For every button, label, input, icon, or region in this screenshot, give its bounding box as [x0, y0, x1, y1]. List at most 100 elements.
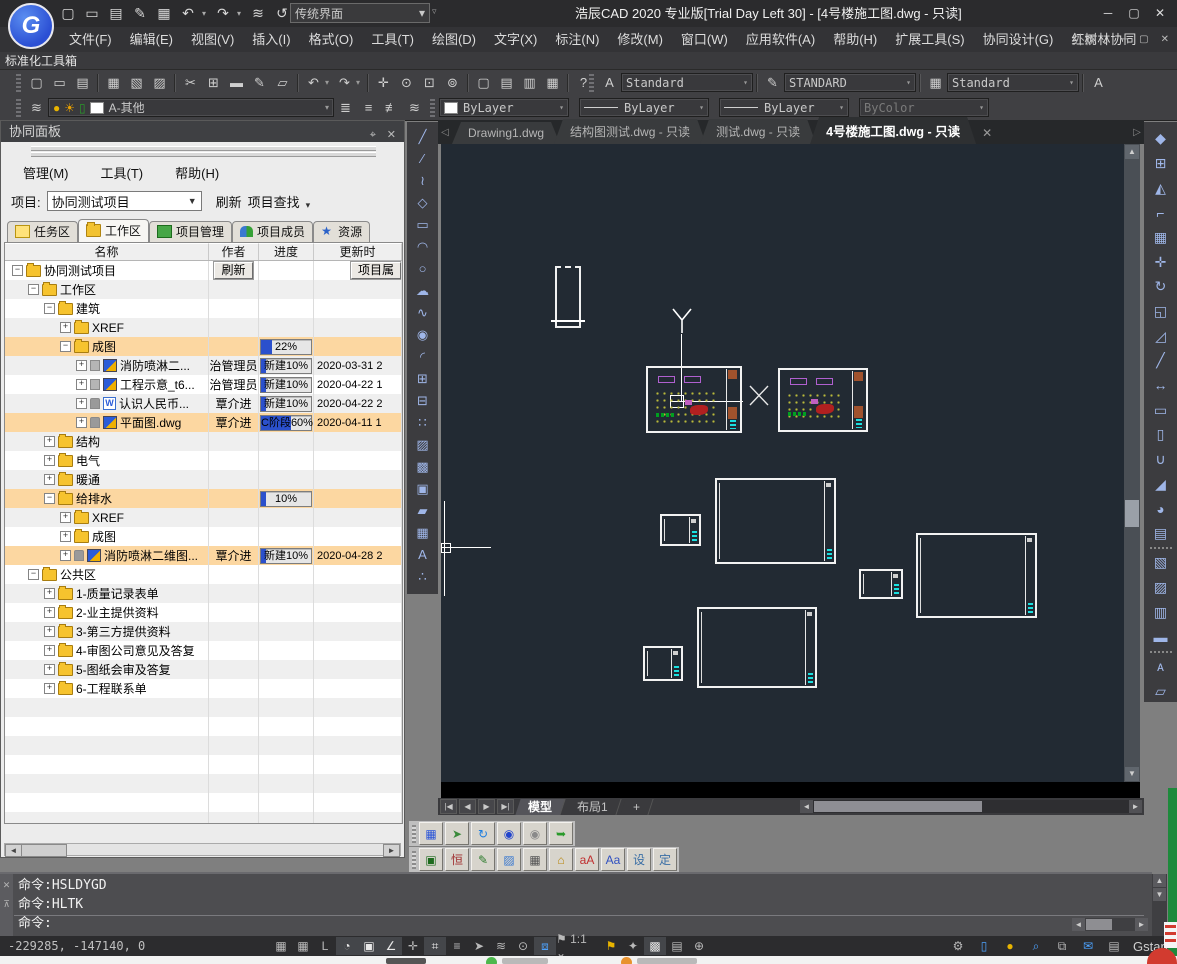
status-fullscreen[interactable]: ⧉ — [1051, 937, 1073, 955]
tab-scroll-right-icon[interactable]: ▷ — [1130, 122, 1144, 144]
tree-row[interactable]: +XREF — [5, 508, 402, 527]
panel-menu-工具T[interactable]: 工具(T) — [101, 163, 144, 182]
annotation-edit-icon[interactable]: ▱ — [1148, 680, 1174, 702]
scroll-left-arrow[interactable]: ◄ — [5, 844, 22, 857]
mdi-restore[interactable]: ▢ — [1139, 34, 1148, 45]
scroll-up-arrow[interactable]: ▲ — [1125, 145, 1139, 159]
qat-overflow-icon[interactable]: ▿ — [432, 6, 437, 17]
ht-find-home-icon[interactable]: ⌂ — [549, 848, 573, 871]
tree-row[interactable]: +消防喷淋二...治管理员新建10%2020-03-31 2 — [5, 356, 402, 375]
design-center-icon[interactable]: ▤ — [495, 72, 518, 93]
expander-icon[interactable]: + — [44, 455, 55, 466]
circle-icon[interactable]: ○ — [411, 258, 435, 279]
extend-icon[interactable]: ↔ — [1148, 375, 1174, 397]
panel-menu-帮助H[interactable]: 帮助(H) — [175, 163, 219, 182]
toolbar-grip[interactable] — [430, 99, 435, 117]
mdi-close[interactable]: ✕ — [1161, 34, 1169, 45]
expander-icon[interactable]: − — [44, 303, 55, 314]
status-lineweight-toggle[interactable]: ≡ — [446, 937, 468, 955]
send-to-back-icon[interactable]: ▨ — [1148, 577, 1174, 599]
expander-icon[interactable]: + — [76, 360, 87, 371]
offset-icon[interactable]: ⌐ — [1148, 202, 1174, 224]
menu-协同设计G[interactable]: 协同设计(G) — [974, 27, 1063, 52]
send-under-icon[interactable]: ▬ — [1148, 626, 1174, 648]
move-icon[interactable]: ✛ — [1148, 251, 1174, 273]
layout-tab-模型[interactable]: 模型 — [515, 799, 565, 815]
tree-row[interactable]: −给排水10% — [5, 489, 402, 508]
text-style-icon[interactable]: A — [598, 72, 621, 93]
status-angle-snap-toggle[interactable]: ∠ — [380, 937, 402, 955]
zoom-window-icon[interactable]: ⊡ — [418, 72, 441, 93]
pin-icon[interactable]: ⌖ — [370, 125, 376, 146]
expander-icon[interactable]: + — [60, 322, 71, 333]
menu-工具T[interactable]: 工具(T) — [362, 27, 423, 52]
tree-row[interactable]: +消防喷淋二维图...覃介进新建10%2020-04-28 2 — [5, 546, 402, 565]
polygon-icon[interactable]: ◇ — [411, 192, 435, 213]
project-find-button[interactable]: 项目查找 — [248, 192, 300, 211]
arc-icon[interactable]: ◠ — [411, 236, 435, 257]
insert-block-icon[interactable]: ⊞ — [411, 368, 435, 389]
expander-icon[interactable]: + — [76, 417, 87, 428]
ht-image-icon[interactable]: ▨ — [497, 848, 521, 871]
cut-icon[interactable]: ✂ — [179, 72, 202, 93]
toolbox-icon[interactable]: ▥ — [518, 72, 541, 93]
mirror-icon[interactable]: ◭ — [1148, 177, 1174, 199]
chevron-down-icon[interactable]: ▾ — [325, 78, 333, 87]
expander-icon[interactable]: + — [44, 588, 55, 599]
ht-ding-icon[interactable]: 定 — [653, 848, 677, 871]
open-file-icon[interactable]: ▭ — [82, 5, 102, 22]
tree-row[interactable]: +6-工程联系单 — [5, 679, 402, 698]
undo-icon[interactable]: ↶ — [302, 72, 325, 93]
tree-row[interactable]: +工程示意_t6...治管理员新建10%2020-04-22 1 — [5, 375, 402, 394]
lineweight-combo[interactable]: ByLayer▾ — [719, 98, 849, 117]
layer-off-icon[interactable]: ≢ — [380, 97, 403, 118]
scroll-right-arrow[interactable]: ► — [1135, 918, 1148, 931]
tab-资源[interactable]: ★资源 — [313, 221, 370, 242]
tree-row[interactable]: +XREF — [5, 318, 402, 337]
print-icon[interactable]: ▦ — [102, 72, 125, 93]
text-style-combo[interactable]: Standard▾ — [621, 73, 753, 92]
bring-to-front-icon[interactable]: ▧ — [1148, 552, 1174, 574]
line-icon[interactable]: ╱ — [411, 126, 435, 147]
expander-icon[interactable]: + — [76, 398, 87, 409]
explode-icon[interactable]: ▤ — [1148, 523, 1174, 545]
save-icon[interactable]: ▤ — [71, 72, 94, 93]
layer-combo[interactable]: ●☀▯A-其他▾ — [48, 98, 334, 117]
tab-任务区[interactable]: 任务区 — [7, 221, 78, 242]
ht-export-icon[interactable]: ➥ — [549, 822, 573, 845]
status-pattern-toggle[interactable]: ▩ — [644, 937, 666, 955]
ht-A-to-a-icon[interactable]: Aa — [601, 848, 625, 871]
expander-icon[interactable]: − — [44, 493, 55, 504]
status-unlock[interactable]: ▯ — [973, 937, 995, 955]
break-at-point-icon[interactable]: ▭ — [1148, 399, 1174, 421]
status-grid-toggle[interactable]: ▦ — [292, 937, 314, 955]
menu-修改M[interactable]: 修改(M) — [608, 27, 672, 52]
toolbar-grip[interactable] — [412, 851, 416, 869]
zoom-realtime-icon[interactable]: ⊙ — [395, 72, 418, 93]
first-tab-button[interactable]: |◀ — [440, 799, 457, 814]
toolbar-grip[interactable] — [412, 825, 416, 843]
expander-icon[interactable]: + — [44, 607, 55, 618]
color-combo[interactable]: ByLayer▾ — [439, 98, 569, 117]
panel-horizontal-scrollbar[interactable]: ◄ ► — [4, 843, 401, 856]
table-style-icon[interactable]: ▦ — [924, 72, 947, 93]
chevron-down-icon[interactable]: ▾ — [237, 9, 244, 18]
scroll-right-arrow[interactable]: ► — [1129, 800, 1142, 813]
tree-row[interactable]: −工作区 — [5, 280, 402, 299]
scroll-thumb[interactable] — [814, 801, 982, 812]
menu-视图V[interactable]: 视图(V) — [182, 27, 243, 52]
plot-icon[interactable]: ▨ — [148, 72, 171, 93]
tree-row[interactable]: +5-图纸会审及答复 — [5, 660, 402, 679]
project-combo[interactable]: 协同测试项目▼ — [47, 191, 202, 211]
spline-icon[interactable]: ∿ — [411, 302, 435, 323]
status-bulb[interactable]: ● — [999, 937, 1021, 955]
scroll-right-arrow[interactable]: ► — [383, 844, 400, 857]
column-header-更新时[interactable]: 更新时 — [314, 243, 402, 260]
minimize-button[interactable]: ─ — [1095, 0, 1121, 27]
expander-icon[interactable]: + — [60, 512, 71, 523]
open-file-icon[interactable]: ▭ — [48, 72, 71, 93]
toolbar-grip[interactable] — [16, 99, 21, 117]
status-workspace-toggle[interactable]: ⧈ — [534, 937, 556, 955]
tree-row[interactable]: +1-质量记录表单 — [5, 584, 402, 603]
menu-文件F[interactable]: 文件(F) — [60, 27, 121, 52]
